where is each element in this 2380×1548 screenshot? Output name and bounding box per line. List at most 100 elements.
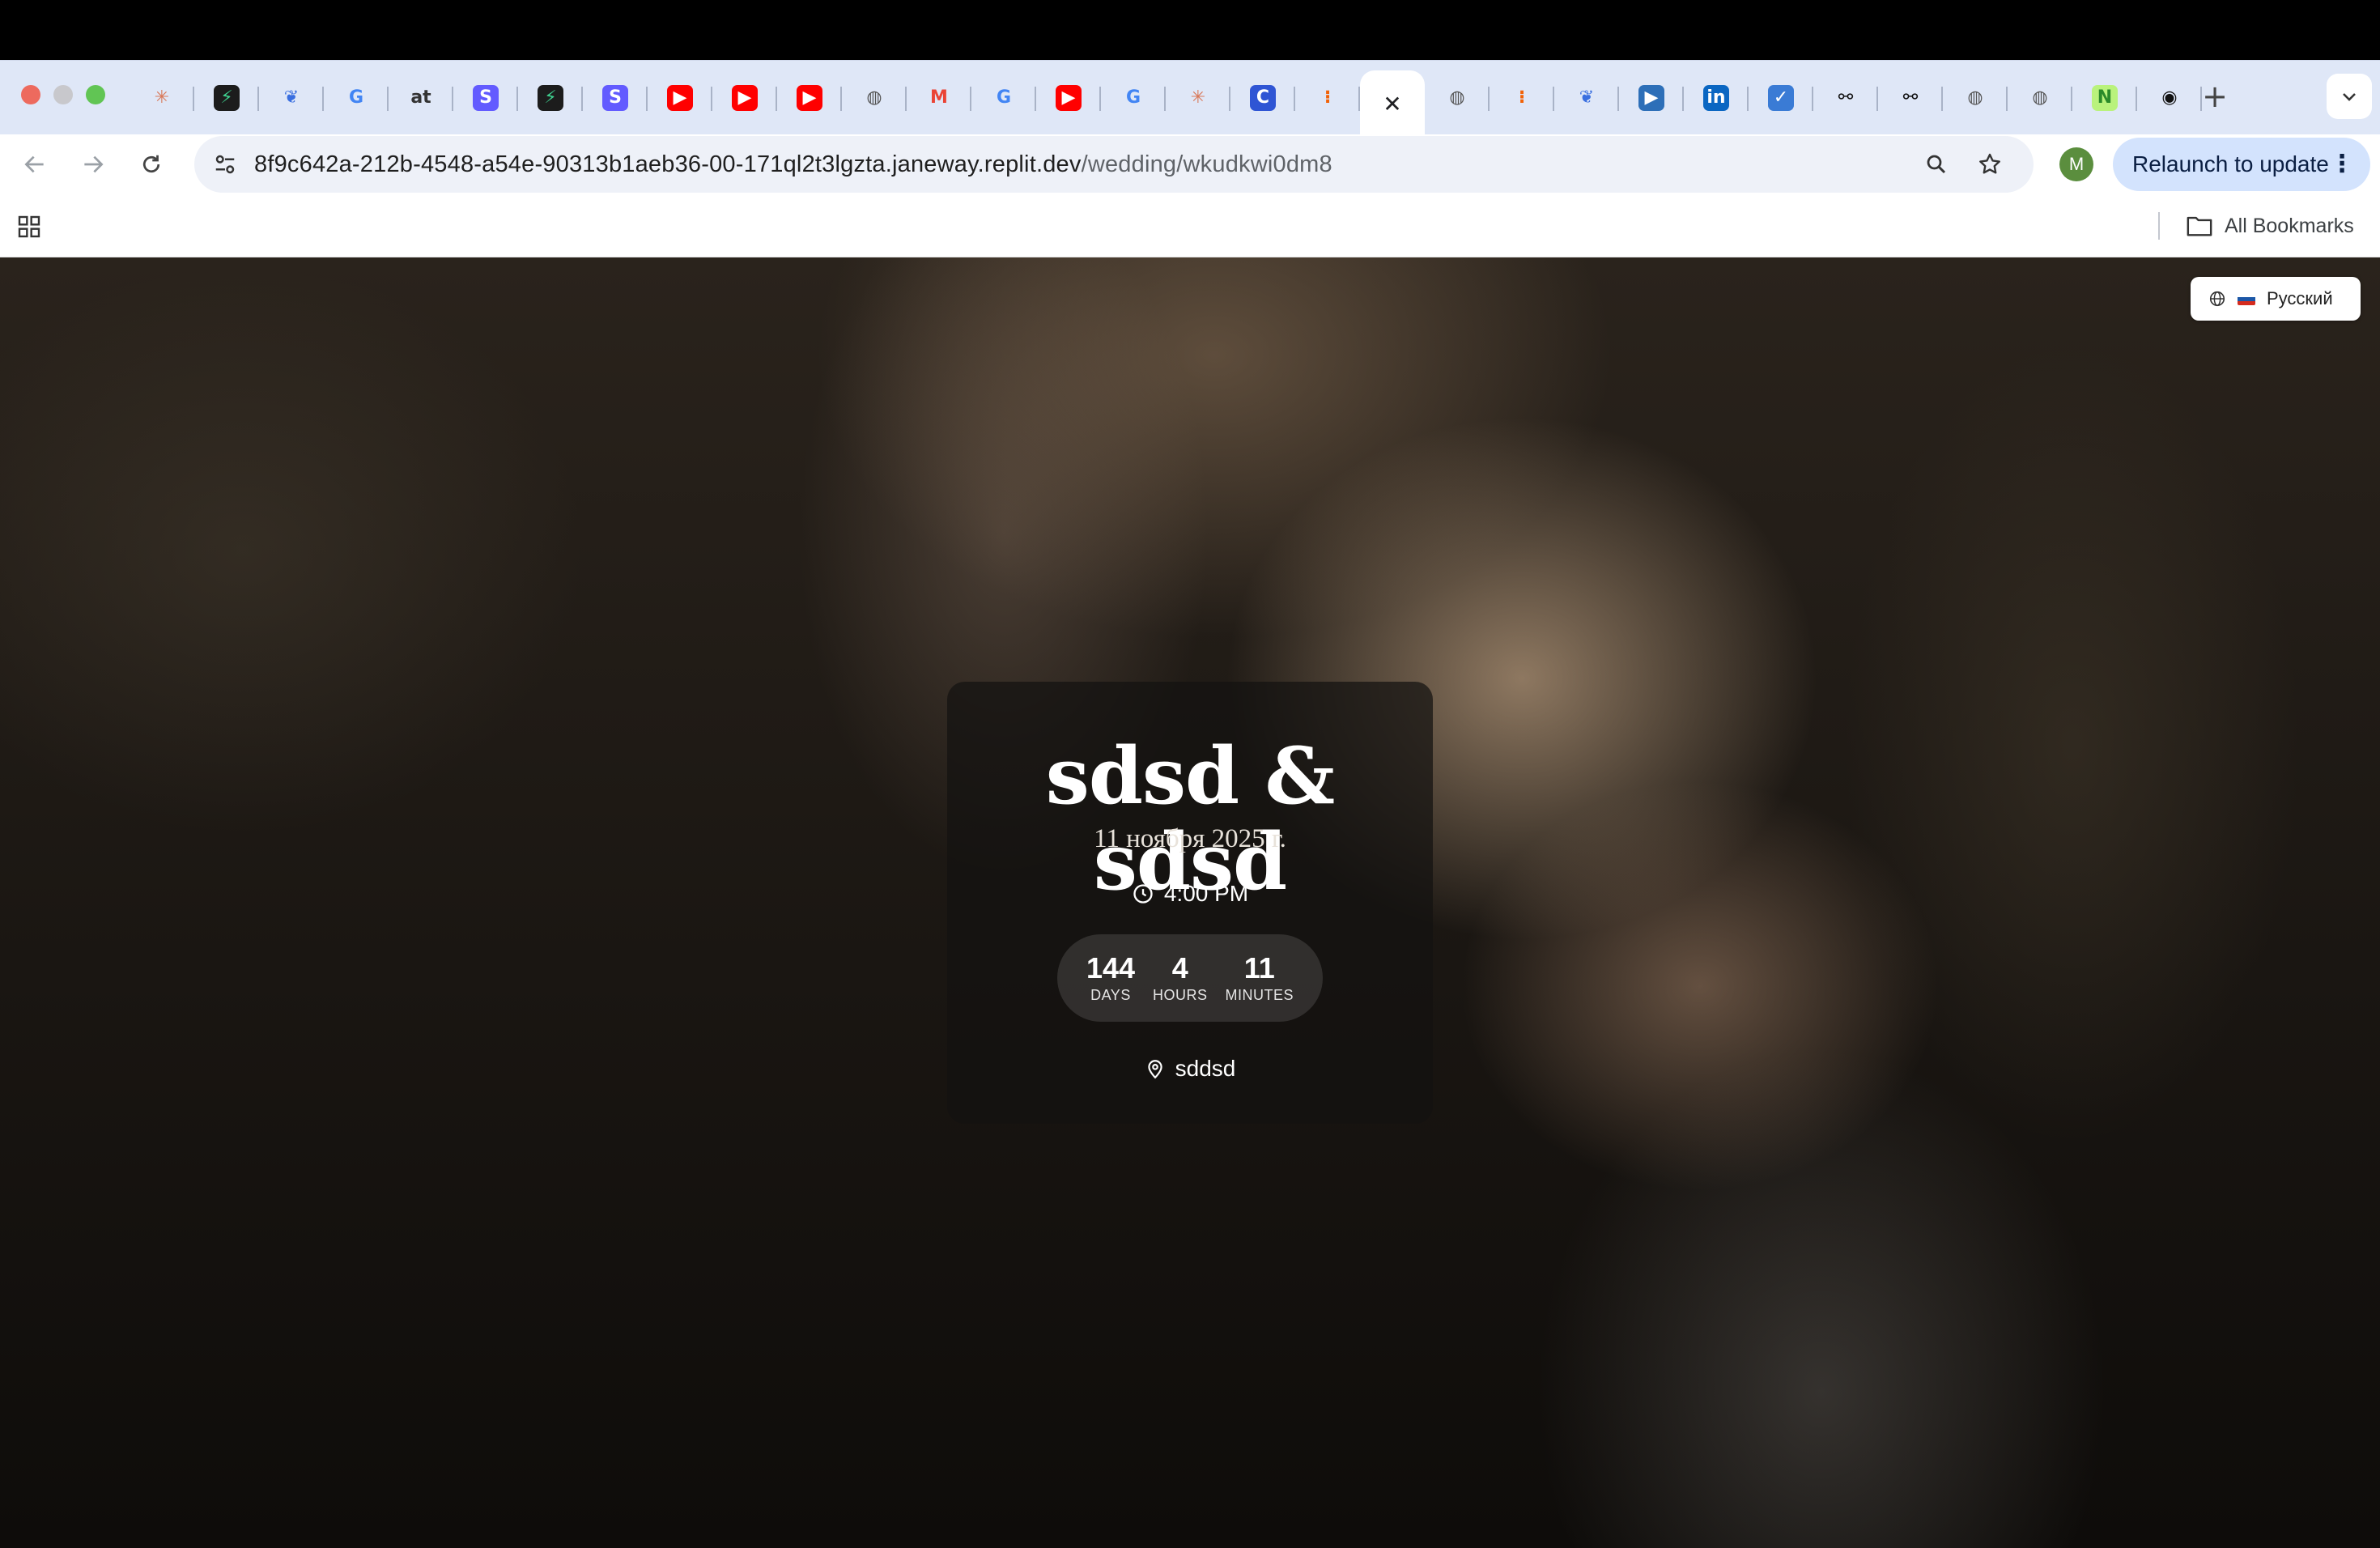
tab[interactable]: ▶ [648,67,712,129]
countdown-days-label: DAYS [1090,987,1131,1004]
all-bookmarks-label: All Bookmarks [2225,214,2354,237]
tab[interactable]: C [1230,67,1295,129]
russian-flag-icon [2238,292,2255,305]
globe-icon: ◍ [866,87,882,108]
wedding-venue: sddsd [947,1056,1433,1082]
tab[interactable]: S [453,67,518,129]
tab[interactable]: ▶ [1036,67,1101,129]
stripe-icon: S [602,85,628,111]
globe-icon: ◍ [1967,87,1983,108]
tab[interactable]: ◍ [2008,67,2072,129]
replit-icon: ⁝ [1324,87,1332,108]
tab[interactable]: ✳ [130,67,194,129]
site-info-button[interactable] [206,145,244,184]
tab[interactable]: ⚯ [1813,67,1878,129]
chevron-down-icon [2343,93,2356,101]
bookmark-star-button[interactable] [1972,147,2008,182]
url-text[interactable]: 8f9c642a-212b-4548-a54e-90313b1aeb36-00-… [254,136,1332,193]
relaunch-button[interactable]: Relaunch to update ⋮ [2113,138,2370,191]
browser-window: ✳ ⚡ ❦ Gat S ⚡ S ▶ ▶ ▶ ◍ M G ▶ G ✳ C ⁝ ✕ ◍ ⁝ ❦ ▶ in ✓ ⚯ ⚯ ◍ ◍ N ◉ + [0,0,2380,1548]
close-icon[interactable]: ✕ [1379,91,1405,117]
claude-icon: ✳ [154,87,170,108]
tab[interactable]: at [389,67,453,129]
more-vert-icon: ⋮ [2330,151,2354,177]
language-label: Русский [2267,288,2333,308]
maximize-window-button[interactable] [86,85,105,104]
wedding-time: 4:00 PM [947,881,1433,907]
at-icon: at [410,87,431,108]
tab[interactable]: N [2072,67,2137,129]
tab[interactable]: M [907,67,971,129]
magnifier-icon [1927,155,1946,174]
tab[interactable]: G [324,67,389,129]
tab-active[interactable]: ✕ [1360,70,1425,138]
linkedin-icon: in [1703,85,1729,111]
tab[interactable]: ⚡ [518,67,583,129]
countdown-days: 144 DAYS [1086,952,1135,1005]
all-bookmarks-button[interactable]: All Bookmarks [2186,194,2354,257]
replit-icon: ⁝ [1518,87,1526,108]
tab[interactable]: ✳ [1166,67,1230,129]
countdown-hours: 4 HOURS [1153,952,1208,1005]
zoom-button[interactable] [1919,147,1954,182]
countdown-minutes: 11 MINUTES [1226,952,1294,1005]
youtube-icon: ▶ [667,85,693,111]
profile-avatar[interactable]: M [2059,147,2093,181]
bookmarks-bar: All Bookmarks [0,194,2380,257]
tab[interactable]: ◍ [1425,67,1490,129]
tab[interactable]: ▶ [777,67,842,129]
check-icon: ✓ [1768,85,1794,111]
tab[interactable]: ▶ [712,67,777,129]
globe-icon [2209,291,2225,307]
youtube-icon: ▶ [797,85,822,111]
tune-icon [215,155,235,174]
tab[interactable]: ✓ [1749,67,1813,129]
google-icon: G [348,87,364,108]
minimize-window-button[interactable] [53,85,73,104]
close-window-button[interactable] [21,85,40,104]
wedding-date: 11 ноября 2025 г. [1094,824,1286,853]
tab-search-button[interactable] [2327,74,2372,119]
tab[interactable]: ◍ [1943,67,2008,129]
forward-button[interactable] [70,141,117,188]
countdown-hours-label: HOURS [1153,987,1208,1004]
map-pin-icon [1147,1060,1162,1079]
tab[interactable]: ⁝ [1295,67,1360,129]
bookmarks-divider [2158,212,2160,240]
tab[interactable]: ❦ [1554,67,1619,129]
apps-grid-icon[interactable] [16,214,42,240]
url-host: 8f9c642a-212b-4548-a54e-90313b1aeb36-00-… [254,151,1082,177]
reload-button[interactable] [128,141,175,188]
link-icon: ⚯ [1838,87,1854,108]
forward-arrow-icon [84,155,104,173]
folder-icon [2187,216,2212,236]
tab[interactable]: ⁝ [1490,67,1554,129]
address-bar[interactable]: 8f9c642a-212b-4548-a54e-90313b1aeb36-00-… [194,136,2034,193]
tab[interactable]: G [971,67,1036,129]
countdown-hours-value: 4 [1171,950,1188,985]
gmail-icon: M [930,87,948,108]
tab[interactable]: in [1684,67,1749,129]
youtube-icon: ▶ [732,85,758,111]
time-label: 4:00 PM [1163,881,1249,906]
tab[interactable]: ▶ [1619,67,1684,129]
couple-names: sdsd & sdsd [1045,730,1335,908]
github-icon: ◉ [2161,87,2178,108]
notion-icon: N [2092,85,2118,111]
tabs-container: ✳ ⚡ ❦ Gat S ⚡ S ▶ ▶ ▶ ◍ M G ▶ G ✳ C ⁝ ✕ ◍ ⁝ ❦ ▶ in ✓ ⚯ ⚯ ◍ ◍ N ◉ [130,67,2307,138]
tab[interactable]: ⚡ [194,67,259,129]
back-button[interactable] [11,141,58,188]
back-arrow-icon [24,155,44,173]
menu-bar-area [0,0,2380,60]
tab[interactable]: S [583,67,648,129]
tab[interactable]: ❦ [259,67,324,129]
tab[interactable]: G [1101,67,1166,129]
c-icon: C [1250,85,1276,111]
new-tab-button[interactable]: + [2191,72,2239,121]
language-switcher[interactable]: Русский [2191,277,2361,321]
youtube-icon: ▶ [1056,85,1082,111]
tab[interactable]: ⚯ [1878,67,1943,129]
tab[interactable]: ◍ [842,67,907,129]
venue-label: sddsd [1175,1056,1236,1081]
toolbar: 8f9c642a-212b-4548-a54e-90313b1aeb36-00-… [0,134,2380,194]
